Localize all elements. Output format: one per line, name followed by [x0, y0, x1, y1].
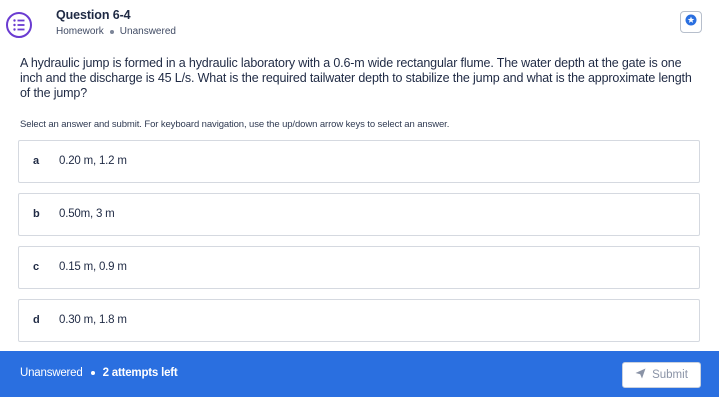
option-text: 0.15 m, 0.9 m	[59, 261, 127, 273]
answer-footer: Unanswered 2 attempts left Submit	[0, 351, 719, 397]
answer-option-c[interactable]: c 0.15 m, 0.9 m	[18, 246, 700, 289]
footer-status: Unanswered	[20, 367, 83, 379]
question-title: Question 6-4	[56, 8, 131, 22]
option-text: 0.50m, 3 m	[59, 208, 115, 220]
submit-button[interactable]: Submit	[622, 362, 701, 388]
attempt-status: Unanswered 2 attempts left	[20, 367, 178, 379]
question-text: A hydraulic jump is formed in a hydrauli…	[20, 56, 692, 100]
question-status: Unanswered	[119, 26, 176, 37]
question-header: Question 6-4 Homework Unanswered	[0, 0, 719, 48]
option-letter: c	[33, 261, 40, 273]
answer-option-b[interactable]: b 0.50m, 3 m	[18, 193, 700, 236]
attempts-left: 2 attempts left	[102, 367, 178, 379]
option-text: 0.30 m, 1.8 m	[59, 314, 127, 326]
question-list-icon	[5, 11, 33, 39]
option-letter: b	[33, 208, 40, 220]
answer-instructions: Select an answer and submit. For keyboar…	[20, 119, 450, 130]
bookmark-icon	[685, 13, 697, 31]
option-text: 0.20 m, 1.2 m	[59, 155, 127, 167]
answer-option-a[interactable]: a 0.20 m, 1.2 m	[18, 140, 700, 183]
answer-option-d[interactable]: d 0.30 m, 1.8 m	[18, 299, 700, 342]
question-category: Homework	[56, 26, 104, 37]
bookmark-button[interactable]	[680, 11, 702, 33]
send-icon	[635, 368, 646, 382]
question-meta: Homework Unanswered	[56, 26, 176, 37]
option-letter: a	[33, 155, 40, 167]
separator-dot	[109, 29, 114, 34]
separator-dot	[90, 371, 95, 375]
option-letter: d	[33, 314, 40, 326]
submit-label: Submit	[652, 369, 688, 381]
